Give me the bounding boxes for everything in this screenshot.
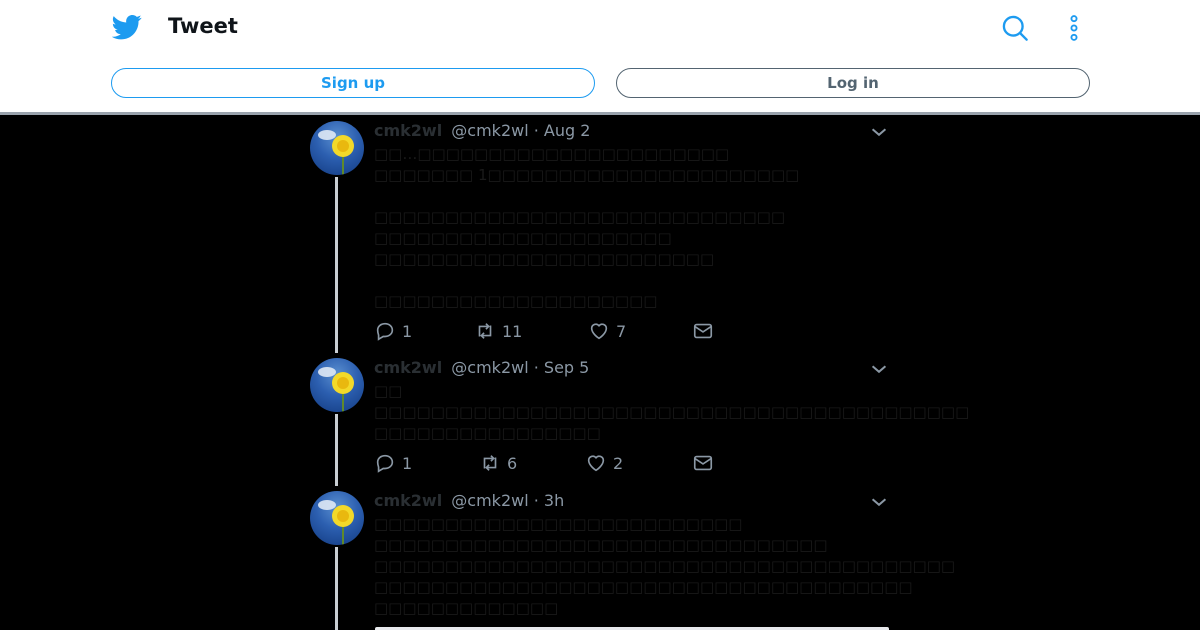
retweet-count: 11 xyxy=(502,321,523,341)
like-button[interactable]: 7 xyxy=(588,320,626,342)
envelope-icon xyxy=(693,323,713,339)
thread-line xyxy=(335,177,338,353)
share-button[interactable] xyxy=(692,320,714,342)
reply-count: 1 xyxy=(402,321,413,341)
thread-line xyxy=(335,414,338,486)
reply-button[interactable]: 1 xyxy=(374,320,412,342)
tweet-time[interactable]: · Sep 5 xyxy=(534,358,590,377)
reply-count: 1 xyxy=(402,453,413,473)
dandelion-avatar-image xyxy=(318,367,354,412)
author-name[interactable]: cmk2wl xyxy=(374,358,442,377)
tweet-text-line: □□□□□□□□□□□□□□□□□□□□□□□□□□□□□□□□ xyxy=(374,536,828,554)
retweet-icon xyxy=(483,455,497,471)
heart-icon xyxy=(590,323,608,340)
like-count: 2 xyxy=(613,453,624,473)
share-button[interactable] xyxy=(692,452,714,474)
tweet-meta: cmk2wl @cmk2wl · Sep 5 xyxy=(374,358,589,377)
tweet[interactable]: cmk2wl @cmk2wl · Aug 2 □□…□□□□□□□□□□□□□□… xyxy=(310,121,900,353)
tweet[interactable]: cmk2wl @cmk2wl · Sep 5 □□ □□□□□□□□□□□□□□… xyxy=(310,358,969,486)
tweet-meta: cmk2wl @cmk2wl · Aug 2 xyxy=(374,121,590,140)
page-title: Tweet xyxy=(168,14,238,38)
tweet-text-line: □□□□□□□□□□□□□□□□ xyxy=(374,424,601,442)
author-handle[interactable]: @cmk2wl xyxy=(451,491,528,510)
more-vertical-icon[interactable] xyxy=(1060,14,1088,42)
tweet-actions: 1 6 2 xyxy=(374,452,734,476)
avatar[interactable] xyxy=(310,358,364,412)
tweet-text-line: □□…□□□□□□□□□□□□□□□□□□□□□□ xyxy=(374,145,730,163)
tweet-text-line: □□□□□□□□□□□□□□□□□□□□ xyxy=(374,292,658,310)
retweet-icon xyxy=(478,323,492,339)
dandelion-avatar-image xyxy=(318,500,354,545)
twitter-bird-icon[interactable] xyxy=(112,12,142,42)
thread-line xyxy=(335,547,338,630)
chevron-down-icon[interactable] xyxy=(868,121,890,143)
chevron-down-icon[interactable] xyxy=(868,358,890,380)
heart-icon xyxy=(587,455,605,472)
retweet-count: 6 xyxy=(507,453,518,473)
search-icon[interactable] xyxy=(1001,14,1029,42)
tweet-actions: 1 11 7 xyxy=(374,320,734,344)
reply-icon xyxy=(376,454,394,473)
tweet-text-line: □□ xyxy=(374,382,403,400)
like-button[interactable]: 2 xyxy=(585,452,623,474)
tweet-text-line: □□□□□□□□□□□□□ xyxy=(374,599,559,617)
tweet-text-line: □□□□□□□□□□□□□□□□□□□□□□□□□□ xyxy=(374,515,743,533)
chevron-down-icon[interactable] xyxy=(868,491,890,513)
tweet-text-line: □□□□□□□□□□□□□□□□□□□□□□□□□□□□□□□□□□□□□□□□… xyxy=(374,557,956,575)
avatar[interactable] xyxy=(310,121,364,175)
tweet-text-line: □□□□□□□□□□□□□□□□□□□□□□□□□□□□□ xyxy=(374,208,785,226)
login-button[interactable]: Log in xyxy=(616,68,1090,98)
retweet-button[interactable]: 11 xyxy=(474,320,522,342)
envelope-icon xyxy=(693,455,713,471)
author-handle[interactable]: @cmk2wl xyxy=(451,121,528,140)
tweet-text-line: □□□□□□□□□□□□□□□□□□□□□□□□ xyxy=(374,250,715,268)
author-handle[interactable]: @cmk2wl xyxy=(451,358,528,377)
tweet-text-line: □□□□□□□□□□□□□□□□□□□□□□□□□□□□□□□□□□□□□□ xyxy=(374,578,913,596)
tweet[interactable]: cmk2wl @cmk2wl · 3h □□□□□□□□□□□□□□□□□□□□… xyxy=(310,491,955,630)
tweet-meta: cmk2wl @cmk2wl · 3h xyxy=(374,491,564,510)
reply-button[interactable]: 1 xyxy=(374,452,412,474)
author-name[interactable]: cmk2wl xyxy=(374,491,442,510)
dandelion-avatar-image xyxy=(318,130,354,175)
reply-icon xyxy=(376,322,394,341)
tweet-text-line: □□□□□□□□□□□□□□□□□□□□□□□□□□□□□□□□□□□□□□□□… xyxy=(374,403,970,421)
tweet-text-line: □□□□□□□□□□□□□□□□□□□□□ xyxy=(374,229,672,247)
like-count: 7 xyxy=(616,321,627,341)
retweet-button[interactable]: 6 xyxy=(479,452,517,474)
top-header: Tweet Sign up Log in xyxy=(0,0,1200,115)
tweet-text-line: □□□□□□□ 1□□□□□□□□□□□□□□□□□□□□□□ xyxy=(374,166,800,184)
tweet-time[interactable]: · 3h xyxy=(534,491,565,510)
avatar[interactable] xyxy=(310,491,364,545)
signup-button[interactable]: Sign up xyxy=(111,68,595,98)
author-name[interactable]: cmk2wl xyxy=(374,121,442,140)
tweet-time[interactable]: · Aug 2 xyxy=(534,121,591,140)
